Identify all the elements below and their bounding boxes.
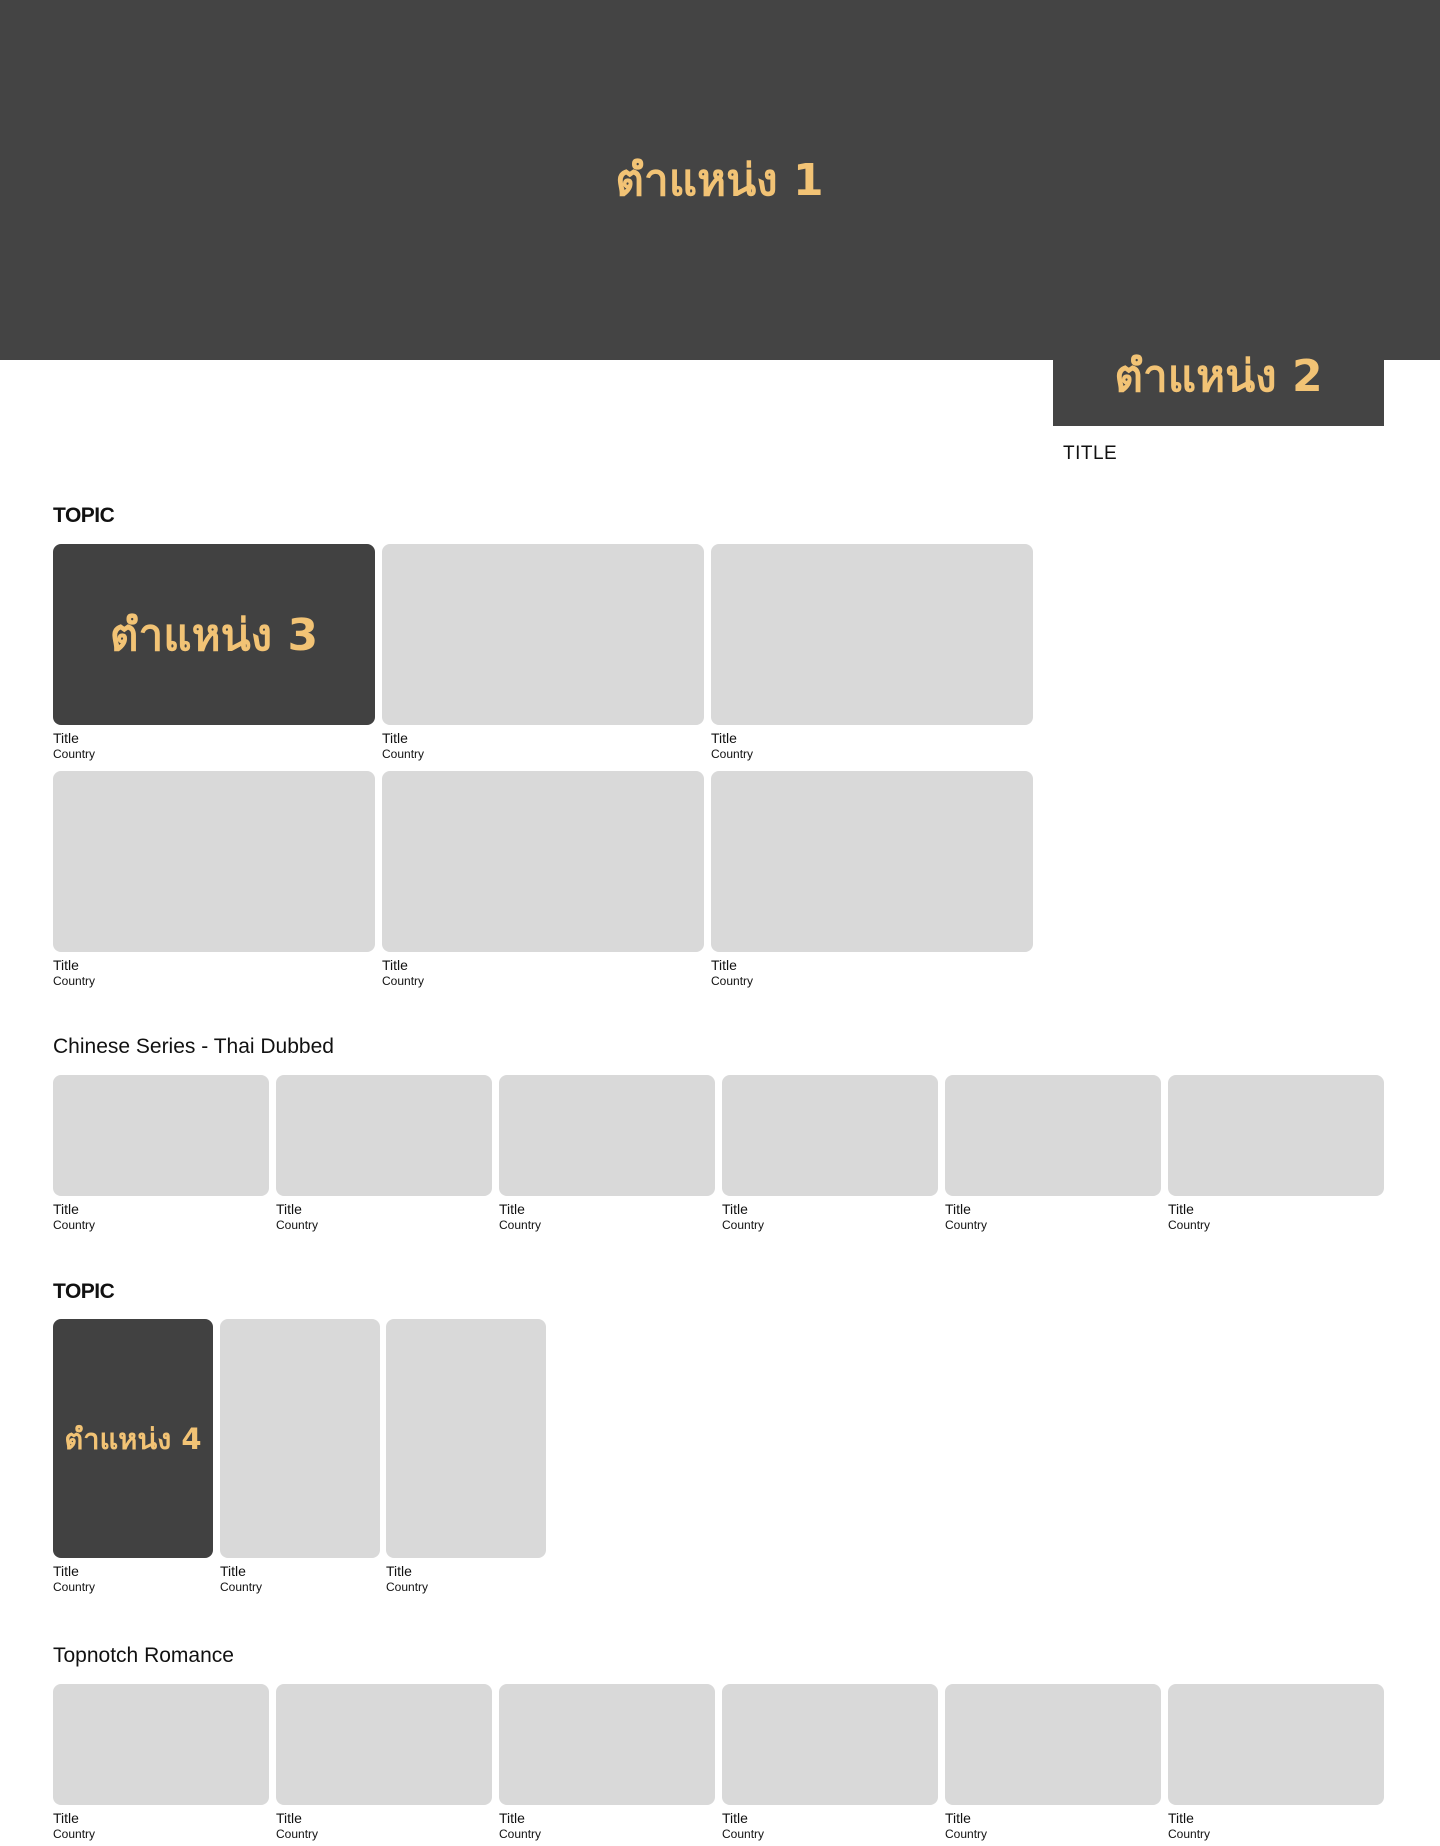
- media-card[interactable]: Title Country: [276, 1684, 492, 1842]
- card-country: Country: [53, 1827, 96, 1841]
- card-title: Title: [499, 1201, 525, 1217]
- thumbnail-placeholder: [722, 1684, 938, 1805]
- card-country: Country: [711, 974, 754, 988]
- card-title: Title: [53, 730, 79, 746]
- media-card[interactable]: Title Country: [945, 1684, 1161, 1842]
- thumbnail-placeholder: [945, 1684, 1161, 1805]
- card-country: Country: [386, 1580, 429, 1594]
- thumbnail-placeholder: [276, 1684, 492, 1805]
- card-title: Title: [386, 1563, 412, 1579]
- card-country: Country: [945, 1218, 988, 1232]
- card-country: Country: [220, 1580, 263, 1594]
- card-country: Country: [499, 1218, 542, 1232]
- card-country: Country: [945, 1827, 988, 1841]
- media-card[interactable]: Title Country: [386, 1319, 546, 1595]
- thumbnail-placeholder: [220, 1319, 380, 1558]
- thumbnail-placeholder: [53, 1075, 269, 1196]
- thumbnail-placeholder: [722, 1075, 938, 1196]
- media-card[interactable]: Title Country: [382, 771, 704, 989]
- card-country: Country: [53, 1580, 96, 1594]
- section-title: TOPIC: [53, 1280, 115, 1303]
- card-country: Country: [499, 1827, 542, 1841]
- media-card[interactable]: Title Country: [499, 1075, 715, 1233]
- thumbnail-placeholder: [1168, 1075, 1384, 1196]
- card-title: Title: [382, 730, 408, 746]
- card-country: Country: [382, 747, 425, 761]
- card-title: Title: [711, 730, 737, 746]
- card-title: Title: [711, 957, 737, 973]
- media-card[interactable]: Title Country: [53, 1075, 269, 1233]
- media-card[interactable]: Title Country: [711, 771, 1033, 989]
- thumbnail-placeholder: [382, 544, 704, 725]
- media-card[interactable]: Title Country: [722, 1684, 938, 1842]
- ad-thumbnail: ตำแหน่ง 4: [53, 1319, 213, 1558]
- thumbnail-placeholder: [711, 544, 1033, 725]
- media-card[interactable]: Title Country: [1168, 1075, 1384, 1233]
- card-country: Country: [722, 1827, 765, 1841]
- card-country: Country: [722, 1218, 765, 1232]
- card-country: Country: [276, 1827, 319, 1841]
- thumbnail-placeholder: [276, 1075, 492, 1196]
- ad-thumbnail: ตำแหน่ง 3: [53, 544, 375, 725]
- card-title: Title: [945, 1201, 971, 1217]
- card-country: Country: [276, 1218, 319, 1232]
- card-title: Title: [722, 1810, 748, 1826]
- media-card[interactable]: Title Country: [53, 771, 375, 989]
- card-country: Country: [382, 974, 425, 988]
- card-title: Title: [945, 1810, 971, 1826]
- ad-card[interactable]: ตำแหน่ง 4 Title Country: [53, 1319, 213, 1595]
- card-title: Title: [1168, 1201, 1194, 1217]
- thumbnail-placeholder: [53, 771, 375, 952]
- media-card[interactable]: Title Country: [499, 1684, 715, 1842]
- card-country: Country: [711, 747, 754, 761]
- card-title: Title: [53, 1201, 79, 1217]
- card-title: Title: [53, 957, 79, 973]
- media-card[interactable]: Title Country: [711, 544, 1033, 762]
- card-title: Title: [499, 1810, 525, 1826]
- ad-card[interactable]: ตำแหน่ง 3 Title Country: [53, 544, 375, 762]
- card-title: Title: [53, 1810, 79, 1826]
- media-card[interactable]: Title Country: [382, 544, 704, 762]
- card-title: Title: [276, 1810, 302, 1826]
- card-title: Title: [220, 1563, 246, 1579]
- section-title: Chinese Series - Thai Dubbed: [53, 1035, 334, 1058]
- card-title: Title: [276, 1201, 302, 1217]
- thumbnail-placeholder: [499, 1684, 715, 1805]
- section-title: TOPIC: [53, 504, 115, 527]
- thumbnail-placeholder: [499, 1075, 715, 1196]
- thumbnail-placeholder: [945, 1075, 1161, 1196]
- card-title: Title: [382, 957, 408, 973]
- side-ad-title: TITLE: [1063, 443, 1118, 464]
- media-card[interactable]: Title Country: [945, 1075, 1161, 1233]
- section-title: Topnotch Romance: [53, 1644, 234, 1667]
- card-country: Country: [53, 747, 96, 761]
- ad-slot-label: ตำแหน่ง 1: [615, 155, 824, 206]
- thumbnail-placeholder: [53, 1684, 269, 1805]
- card-title: Title: [53, 1563, 79, 1579]
- card-title: Title: [722, 1201, 748, 1217]
- thumbnail-placeholder: [382, 771, 704, 952]
- ad-slot-label: ตำแหน่ง 4: [64, 1421, 202, 1456]
- hero-ad-banner[interactable]: ตำแหน่ง 1: [0, 0, 1440, 360]
- ad-slot-label: ตำแหน่ง 3: [109, 609, 319, 661]
- thumbnail-placeholder: [711, 771, 1033, 952]
- thumbnail-placeholder: [386, 1319, 546, 1558]
- thumbnail-placeholder: [1168, 1684, 1384, 1805]
- card-country: Country: [53, 974, 96, 988]
- media-card[interactable]: Title Country: [276, 1075, 492, 1233]
- side-ad-banner[interactable]: ตำแหน่ง 2: [1053, 326, 1384, 426]
- card-country: Country: [1168, 1827, 1211, 1841]
- card-country: Country: [1168, 1218, 1211, 1232]
- media-card[interactable]: Title Country: [722, 1075, 938, 1233]
- media-card[interactable]: Title Country: [1168, 1684, 1384, 1842]
- media-card[interactable]: Title Country: [220, 1319, 380, 1595]
- media-card[interactable]: Title Country: [53, 1684, 269, 1842]
- card-title: Title: [1168, 1810, 1194, 1826]
- card-country: Country: [53, 1218, 96, 1232]
- ad-slot-label: ตำแหน่ง 2: [1114, 351, 1323, 402]
